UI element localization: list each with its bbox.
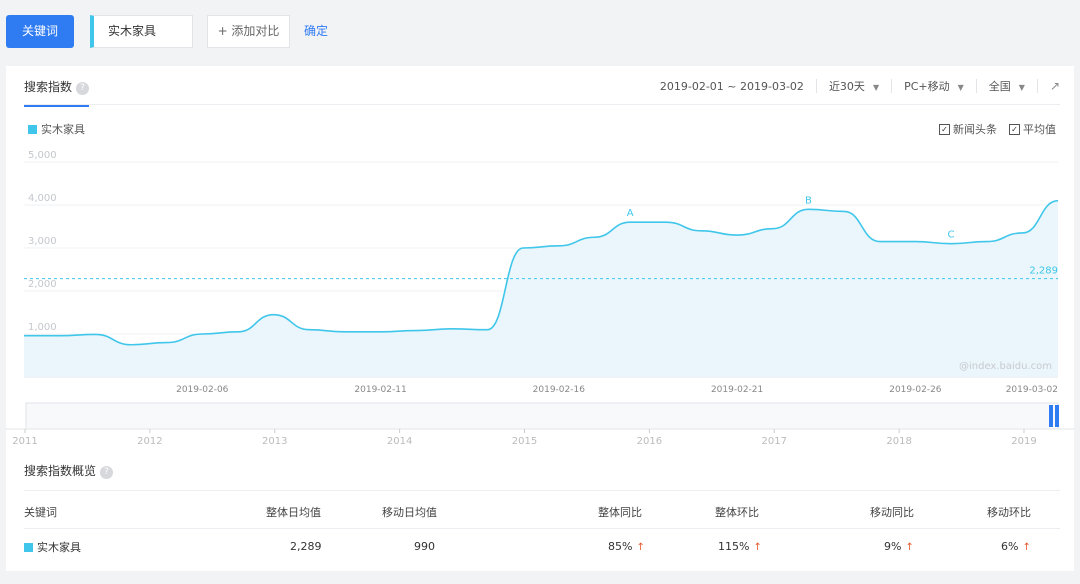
y-tick-label: 3,000 [28, 236, 57, 247]
x-tick-label: 2019-02-26 [889, 385, 942, 395]
average-label: 平均值 [1023, 123, 1056, 136]
row-overall-avg: 2,289 [290, 540, 322, 553]
header-overall-avg: 整体日均值 [266, 506, 321, 519]
arrow-up-icon: ↑ [905, 542, 914, 553]
timeline-handle-right [1055, 405, 1059, 427]
header-mobile-avg: 移动日均值 [382, 506, 437, 519]
divider [815, 79, 817, 93]
area-fill [24, 200, 1058, 377]
keyword-button[interactable]: 关键词 [6, 15, 74, 48]
help-icon[interactable]: ? [100, 466, 114, 479]
tab-label: 搜索指数 [24, 80, 73, 94]
row-mobile-mom: 6% ↑ [1001, 540, 1031, 553]
row-overall-mom: 115% ↑ [718, 540, 762, 553]
timeline-year-label: 2016 [637, 436, 662, 447]
keyword-input[interactable]: 实木家具 [90, 15, 193, 48]
chart-legend[interactable]: 实木家具 [28, 121, 85, 137]
summary-title-label: 搜索指数概览 [24, 464, 97, 478]
device-label: PC+移动 [904, 80, 950, 93]
trend-chart[interactable]: 5,000 4,000 3,000 2,000 1,000 2,289 A B C @index.… [6, 66, 1074, 456]
series-line [24, 199, 1059, 346]
arrow-up-icon: ↑ [636, 542, 645, 553]
timeline-year-label: 2015 [512, 436, 537, 447]
header-mobile-mom: 移动环比 [987, 506, 1031, 519]
row-mobile-yoy-value: 9% [884, 540, 902, 553]
divider [975, 79, 977, 93]
y-tick-label: 1,000 [28, 322, 57, 333]
event-marker-a: A [627, 208, 634, 219]
timeline-year-label: 2012 [137, 436, 162, 447]
row-mobile-yoy: 9% ↑ [884, 540, 914, 553]
legend-swatch [24, 542, 33, 552]
period-label: 近30天 [828, 80, 865, 93]
filter-bar: 2019-02-01 ~ 2019-03-02 近30天 ▼ PC+移动 ▼ 全国 ▼… [660, 78, 1060, 94]
caret-down-icon: ▼ [957, 83, 964, 92]
export-icon[interactable]: ↗ [1050, 79, 1060, 93]
row-mobile-mom-value: 6% [1001, 540, 1019, 553]
tab-search-index[interactable]: 搜索指数? [24, 78, 90, 107]
header-overall-yoy: 整体同比 [598, 506, 642, 519]
row-mobile-avg: 990 [414, 540, 435, 553]
region-select[interactable]: 全国 ▼ [989, 78, 1025, 94]
region-label: 全国 [988, 80, 1011, 93]
row-overall-yoy: 85% ↑ [608, 540, 645, 553]
x-tick-label: 2019-02-21 [711, 385, 763, 395]
timeline-year-label: 2019 [1011, 436, 1036, 447]
header-overall-mom: 整体环比 [715, 506, 759, 519]
y-tick-label: 4,000 [28, 193, 57, 204]
timeline-year-label: 2014 [387, 436, 412, 447]
watermark: @index.baidu.com [959, 361, 1052, 372]
legend-swatch [28, 124, 37, 134]
news-label: 新闻头条 [953, 123, 997, 136]
divider [891, 79, 893, 93]
top-bar: 关键词 实木家具 + 添加对比 确定 [0, 0, 1080, 60]
average-checkbox[interactable]: ✓ 平均值 [1009, 121, 1056, 137]
summary-divider [24, 490, 1060, 491]
arrow-up-icon: ↑ [1022, 542, 1031, 553]
row-overall-mom-value: 115% [718, 540, 750, 553]
confirm-button[interactable]: 确定 [304, 22, 328, 39]
event-marker-c: C [948, 230, 955, 241]
timeline-year-label: 2017 [762, 436, 787, 447]
chart-options: ✓ 新闻头条 ✓ 平均值 [927, 121, 1056, 137]
tab-divider [24, 104, 1060, 105]
caret-down-icon: ▼ [872, 83, 880, 92]
summary-title: 搜索指数概览? [24, 462, 114, 479]
y-tick-label: 5,000 [28, 150, 57, 161]
news-checkbox[interactable]: ✓ 新闻头条 [939, 121, 997, 137]
search-index-card: 搜索指数? 2019-02-01 ~ 2019-03-02 近30天 ▼ PC+移… [6, 66, 1074, 571]
timeline-year-label: 2011 [12, 436, 37, 447]
date-range[interactable]: 2019-02-01 ~ 2019-03-02 [660, 80, 804, 93]
event-marker-b: B [805, 195, 812, 206]
header-keyword: 关键词 [24, 506, 57, 519]
timeline-year-label: 2013 [262, 436, 287, 447]
caret-down-icon: ▼ [1018, 83, 1025, 92]
y-tick-label: 2,000 [28, 279, 57, 290]
row-overall-yoy-value: 85% [608, 540, 633, 553]
add-compare-button[interactable]: + 添加对比 [207, 15, 290, 48]
divider [1036, 79, 1038, 93]
x-tick-label: 2019-02-06 [176, 385, 229, 395]
checkbox-checked-icon: ✓ [939, 123, 950, 135]
device-select[interactable]: PC+移动 ▼ [904, 78, 964, 94]
checkbox-checked-icon: ✓ [1009, 123, 1020, 135]
x-tick-label: 2019-03-02 [1006, 385, 1058, 395]
x-tick-label: 2019-02-11 [354, 385, 406, 395]
summary-divider [24, 528, 1060, 529]
header-mobile-yoy: 移动同比 [870, 506, 914, 519]
timeline-year-label: 2018 [886, 436, 911, 447]
period-select[interactable]: 近30天 ▼ [829, 78, 879, 94]
legend-label: 实木家具 [41, 123, 85, 136]
timeline-handle-left [1049, 405, 1053, 427]
arrow-up-icon: ↑ [753, 542, 762, 553]
average-label: 2,289 [1029, 266, 1058, 277]
x-tick-label: 2019-02-16 [533, 385, 586, 395]
row-keyword: 实木家具 [24, 539, 81, 555]
help-icon[interactable]: ? [76, 82, 90, 95]
timeline-range [25, 402, 1059, 430]
row-keyword-label: 实木家具 [37, 541, 81, 554]
